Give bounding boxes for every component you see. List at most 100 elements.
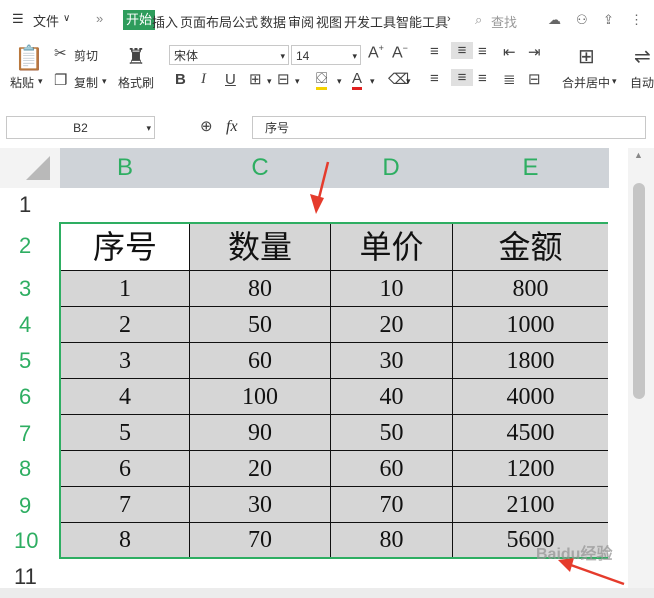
tab-developer[interactable]: 开发工具: [344, 12, 396, 31]
table-cell[interactable]: 7: [61, 487, 190, 523]
header-cell-amount[interactable]: 金额: [453, 224, 608, 271]
share-icon[interactable]: ⇪: [603, 12, 614, 28]
underline-icon[interactable]: U: [225, 71, 236, 88]
fx-button[interactable]: fx: [226, 118, 238, 136]
select-all-corner[interactable]: [0, 148, 60, 188]
chevron-down-icon[interactable]: ▾: [102, 76, 107, 87]
row-1-cells[interactable]: [60, 188, 609, 222]
increase-indent-icon[interactable]: ⇥: [528, 43, 541, 61]
formula-input[interactable]: 序号: [252, 116, 646, 139]
chevron-down-icon[interactable]: ▾: [267, 76, 272, 87]
paste-button[interactable]: 粘贴: [10, 74, 34, 91]
search-icon[interactable]: ⌕: [475, 12, 482, 28]
table-cell[interactable]: 4000: [453, 379, 608, 415]
fill-color-icon[interactable]: ⛋: [316, 70, 328, 90]
header-cell-seq[interactable]: 序号: [61, 224, 190, 271]
table-cell[interactable]: 80: [331, 523, 453, 557]
file-menu[interactable]: 文件: [33, 11, 59, 30]
copy-icon[interactable]: ❐: [54, 71, 67, 89]
table-cell[interactable]: 40: [331, 379, 453, 415]
distribute-icon[interactable]: ⊟: [528, 70, 541, 88]
cloud-icon[interactable]: ☁: [548, 12, 561, 28]
chevron-down-icon[interactable]: ∨: [63, 13, 70, 24]
justify-icon[interactable]: ≣: [503, 70, 516, 88]
tab-formulas[interactable]: 公式: [232, 12, 258, 31]
table-cell[interactable]: 50: [331, 415, 453, 451]
tab-home[interactable]: 开始: [123, 10, 156, 30]
table-cell[interactable]: 60: [331, 451, 453, 487]
column-header-e[interactable]: E: [452, 148, 609, 188]
table-cell[interactable]: 6: [61, 451, 190, 487]
scroll-up-icon[interactable]: ▲: [634, 150, 643, 160]
tabs-scroll-icon[interactable]: ›: [447, 13, 451, 25]
table-cell[interactable]: 20: [331, 307, 453, 343]
decrease-indent-icon[interactable]: ⇤: [503, 43, 516, 61]
copy-button[interactable]: 复制: [74, 74, 98, 91]
table-cell[interactable]: 2100: [453, 487, 608, 523]
table-cell[interactable]: 70: [331, 487, 453, 523]
bold-icon[interactable]: B: [175, 71, 186, 88]
align-middle-icon[interactable]: ≡: [451, 42, 473, 59]
tab-view[interactable]: 视图: [316, 12, 342, 31]
scrollbar-thumb[interactable]: [633, 183, 645, 399]
tab-review[interactable]: 审阅: [288, 12, 314, 31]
header-cell-qty[interactable]: 数量: [190, 224, 331, 271]
table-cell[interactable]: 1000: [453, 307, 608, 343]
border-icon[interactable]: ⊞: [249, 70, 262, 88]
cut-button[interactable]: 剪切: [74, 47, 98, 64]
align-center-icon[interactable]: ≡: [451, 69, 473, 86]
table-cell[interactable]: 30: [331, 343, 453, 379]
hamburger-icon[interactable]: ☰: [12, 11, 24, 27]
chevron-down-icon[interactable]: ▾: [612, 76, 617, 87]
table-cell[interactable]: 50: [190, 307, 331, 343]
chevron-down-icon[interactable]: ▾: [370, 76, 375, 87]
chevron-down-icon[interactable]: ▾: [295, 76, 300, 87]
align-bottom-icon[interactable]: ≡: [478, 43, 487, 60]
align-top-icon[interactable]: ≡: [430, 43, 439, 60]
format-painter-button[interactable]: 格式刷: [118, 74, 154, 91]
increase-font-icon[interactable]: A+: [368, 43, 384, 62]
search-label[interactable]: 查找: [491, 12, 517, 31]
header-cell-price[interactable]: 单价: [331, 224, 453, 271]
table-cell[interactable]: 90: [190, 415, 331, 451]
more-icon[interactable]: »: [96, 11, 103, 26]
chevron-down-icon[interactable]: ▾: [38, 76, 43, 87]
table-cell[interactable]: 4500: [453, 415, 608, 451]
column-header-b[interactable]: B: [60, 148, 190, 188]
chevron-down-icon[interactable]: ▾: [337, 76, 342, 87]
scissors-icon[interactable]: ✂: [54, 44, 67, 62]
table-cell[interactable]: 3: [61, 343, 190, 379]
table-cell[interactable]: 10: [331, 271, 453, 307]
table-cell[interactable]: 70: [190, 523, 331, 557]
tab-smart-tools[interactable]: 智能工具: [396, 12, 448, 31]
table-cell[interactable]: 5: [61, 415, 190, 451]
table-cell[interactable]: 2: [61, 307, 190, 343]
align-right-icon[interactable]: ≡: [478, 70, 487, 87]
selected-table[interactable]: 序号 数量 单价 金额 1 80 10 800 2 50 20 1000 3 6…: [59, 222, 608, 559]
column-header-d[interactable]: D: [330, 148, 452, 188]
font-name-select[interactable]: 宋体 ▾: [169, 45, 289, 65]
table-cell[interactable]: 80: [190, 271, 331, 307]
table-cell[interactable]: 800: [453, 271, 608, 307]
autowrap-button[interactable]: 自动: [630, 74, 654, 91]
chevron-down-icon[interactable]: ▾: [406, 76, 411, 87]
table-cell[interactable]: 1200: [453, 451, 608, 487]
table-cell[interactable]: 100: [190, 379, 331, 415]
font-effect-icon[interactable]: ⊟: [277, 70, 290, 88]
tab-insert[interactable]: 插入: [152, 12, 178, 31]
tab-data[interactable]: 数据: [260, 12, 286, 31]
more-options-icon[interactable]: ⋮: [630, 12, 643, 28]
table-cell[interactable]: 8: [61, 523, 190, 557]
font-color-icon[interactable]: A: [352, 70, 363, 90]
tab-page-layout[interactable]: 页面布局: [180, 12, 232, 31]
sheet-tab-bar[interactable]: [0, 588, 654, 598]
name-box[interactable]: B2 ▾: [6, 116, 155, 139]
collab-icon[interactable]: ⚇: [576, 12, 588, 28]
format-painter-icon[interactable]: ♜: [124, 44, 148, 70]
zoom-icon[interactable]: ⊕: [200, 117, 213, 135]
paste-icon[interactable]: 📋: [14, 44, 44, 73]
italic-icon[interactable]: I: [201, 71, 206, 88]
table-cell[interactable]: 20: [190, 451, 331, 487]
row-11-cells[interactable]: [60, 560, 628, 588]
merge-center-button[interactable]: 合并居中: [562, 74, 610, 91]
